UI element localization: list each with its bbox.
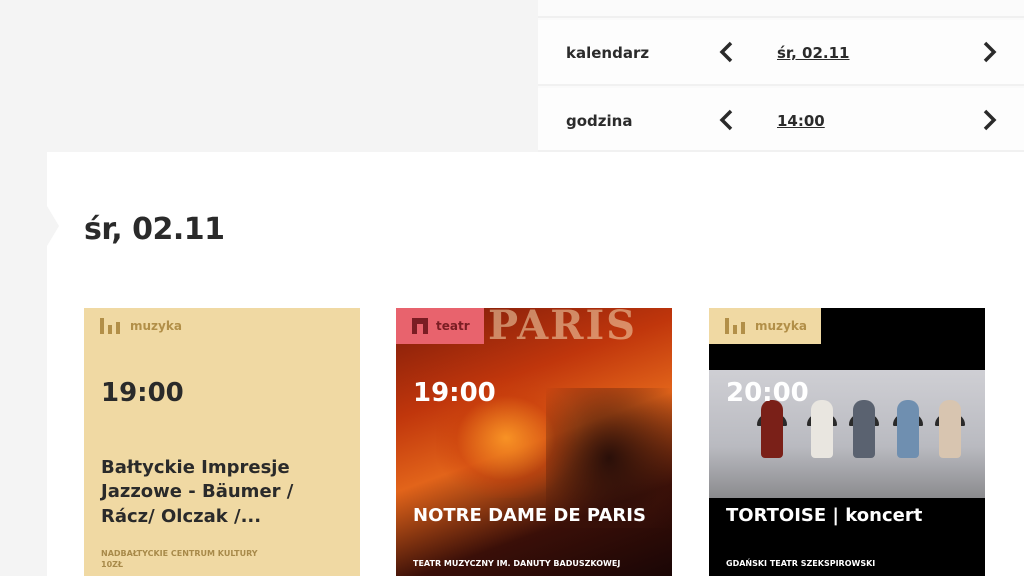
hour-value-link[interactable]: 14:00 <box>777 112 825 130</box>
event-card[interactable]: muzyka 19:00 Bałtyckie Impresje Jazzowe … <box>84 308 360 576</box>
calendar-filter-row: kalendarz śr, 02.11 <box>538 20 1024 86</box>
event-venue: TEATR MUZYCZNY IM. DANUTY BADUSZKOWEJ <box>413 559 621 568</box>
category-badge: muzyka <box>709 308 821 344</box>
event-card[interactable]: PARIS teatr 19:00 NOTRE DAME DE PARIS TE… <box>396 308 672 576</box>
category-badge: teatr <box>396 308 484 344</box>
date-heading: śr, 02.11 <box>84 212 225 247</box>
calendar-next-button[interactable] <box>978 40 1000 64</box>
event-time: 19:00 <box>101 378 184 408</box>
figure-shape <box>939 400 961 458</box>
event-time: 20:00 <box>726 378 809 408</box>
category-label: muzyka <box>130 319 182 333</box>
event-card[interactable]: muzyka 20:00 TORTOISE | koncert GDAŃSKI … <box>709 308 985 576</box>
filter-panel: kalendarz śr, 02.11 godzina 14:00 <box>538 0 1024 152</box>
filter-panel-top <box>538 0 1024 18</box>
category-label: teatr <box>436 319 470 333</box>
category-label: muzyka <box>755 319 807 333</box>
hour-filter-row: godzina 14:00 <box>538 88 1024 152</box>
figure-shape <box>811 400 833 458</box>
event-venue: GDAŃSKI TEATR SZEKSPIROWSKI <box>726 559 876 568</box>
chevron-left-icon <box>719 41 733 63</box>
hour-next-button[interactable] <box>978 108 1000 132</box>
event-venue: NADBAŁTYCKIE CENTRUM KULTURY 10ZŁ <box>101 548 258 570</box>
calendar-label: kalendarz <box>566 44 650 62</box>
bars-icon <box>100 318 120 334</box>
figure-shape <box>897 400 919 458</box>
event-price: 10ZŁ <box>101 560 124 570</box>
figure-shape <box>853 400 875 458</box>
poster-text: PARIS <box>488 308 638 349</box>
hour-label: godzina <box>566 112 633 130</box>
bars-icon <box>725 318 745 334</box>
venue-name: NADBAŁTYCKIE CENTRUM KULTURY <box>101 549 258 558</box>
section-notch <box>47 206 59 246</box>
calendar-value-link[interactable]: śr, 02.11 <box>777 44 850 62</box>
chevron-right-icon <box>983 41 997 63</box>
event-title[interactable]: NOTRE DAME DE PARIS <box>413 504 663 528</box>
event-title[interactable]: Bałtyckie Impresje Jazzowe - Bäumer / Rá… <box>101 456 341 529</box>
chevron-left-icon <box>719 109 733 131</box>
category-badge: muzyka <box>84 308 196 344</box>
event-title[interactable]: TORTOISE | koncert <box>726 504 976 528</box>
chevron-right-icon <box>983 109 997 131</box>
figure-shape <box>761 400 783 458</box>
calendar-prev-button[interactable] <box>716 40 738 64</box>
stage-icon <box>412 318 428 334</box>
event-time: 19:00 <box>413 378 496 408</box>
hour-prev-button[interactable] <box>716 108 738 132</box>
